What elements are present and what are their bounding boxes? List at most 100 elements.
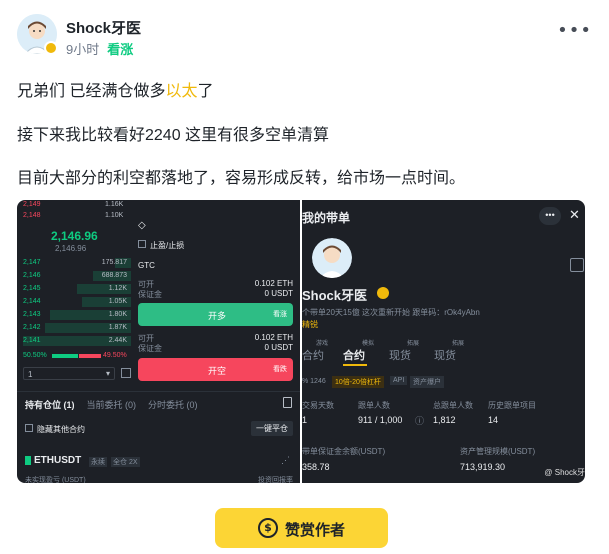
roe-label: 投资回报率	[258, 477, 293, 483]
ask-price: 2,149	[23, 201, 41, 208]
bid-qty: 1.87K	[108, 324, 127, 331]
edit-icon[interactable]	[570, 258, 584, 272]
tab-futures-2[interactable]: 合约	[343, 347, 365, 363]
stat-value: 1	[302, 415, 308, 425]
leverage-tag: 全仓 2X	[111, 457, 140, 467]
trading-screenshot: 2,149 1.16K 2,148 1.10K 2,146.96 2,146.9…	[17, 200, 300, 483]
post-header: Shock牙医 9小时 看涨 •••	[17, 14, 592, 62]
aum-label: 资产管理规模(USDT)	[460, 447, 536, 456]
history-icon[interactable]	[283, 397, 292, 408]
tab-open-orders[interactable]: 当前委托 (0)	[87, 400, 137, 410]
open-long-tag: 看涨	[273, 311, 287, 318]
stat-label: 跟单人数	[358, 401, 390, 410]
bid-qty: 175.817	[101, 259, 127, 266]
perpetual-tag: 永续	[89, 457, 107, 467]
layout-icon[interactable]	[121, 368, 131, 378]
bid-price: 2,143	[23, 311, 41, 318]
hide-other-checkbox[interactable]	[25, 424, 33, 432]
stat-tag: % 1246	[302, 378, 326, 385]
tab-tag: 拓展	[452, 341, 465, 347]
tab-twap-orders[interactable]: 分时委托 (0)	[148, 400, 198, 410]
position-symbol[interactable]: ETHUSDT	[34, 455, 81, 466]
bid-row: 2,144 1.05K	[23, 297, 131, 307]
ask-price: 2,148	[23, 212, 41, 219]
more-options-icon[interactable]: •••	[557, 22, 592, 40]
tip-author-button[interactable]: $ 赞赏作者	[215, 508, 388, 548]
buy-ratio: 50.50%	[23, 352, 47, 359]
leverage-tag: 10倍-20倍杠杆	[332, 376, 384, 388]
tab-positions[interactable]: 持有仓位 (1)	[25, 400, 75, 410]
aum-value: 713,919.30	[460, 462, 506, 472]
open-long-label: 开多	[208, 311, 227, 321]
eth-link[interactable]: 以太	[165, 83, 197, 100]
ratio-bar-buy	[52, 354, 78, 358]
chevron-down-icon: ▾	[105, 369, 110, 378]
stat-value: 911 / 1,000	[358, 415, 403, 425]
pnl-label: 未实现盈亏 (USDT)	[25, 477, 86, 483]
asset-tag: 资产爆户	[410, 376, 444, 388]
positions-tabs: 持有仓位 (1) 当前委托 (0) 分时委托 (0)	[25, 398, 210, 411]
bid-row: 2,145 1.12K	[23, 284, 131, 294]
margin-label: 保证金	[138, 290, 162, 299]
copy-trade-title: 我的带单	[302, 211, 351, 225]
trader-avatar[interactable]	[312, 238, 352, 278]
open-long-button[interactable]: 开多 看涨	[138, 303, 293, 326]
ask-qty: 1.16K	[105, 201, 124, 208]
trader-level: 精锐	[302, 320, 318, 329]
watermark: @ Shock牙	[544, 468, 585, 477]
bid-row: 2,141 2.44K	[23, 336, 131, 346]
bid-price: 2,142	[23, 324, 41, 331]
post-meta: 9小时 看涨	[66, 39, 133, 58]
tif-select[interactable]: GTC	[138, 261, 155, 270]
open-short-button[interactable]: 开空 看跌	[138, 358, 293, 381]
margin-value: 0 USDT	[264, 289, 293, 298]
bid-qty: 2.44K	[108, 337, 127, 344]
sell-ratio: 49.50%	[103, 352, 127, 359]
post-text-line-2: 接下来我比较看好2240 这里有很多空单清算	[17, 127, 330, 144]
slider-handle-icon[interactable]: ◇	[138, 220, 146, 231]
line1-text: 兄弟们 已经满仓做多	[17, 83, 166, 100]
stat-value: 1,812	[433, 415, 456, 425]
depth-select[interactable]: 1 ▾	[23, 367, 115, 380]
share-icon[interactable]: ⋰	[281, 455, 290, 466]
open-short-tag: 看跌	[273, 366, 287, 373]
api-tag: API	[390, 376, 408, 385]
info-icon[interactable]: ⓘ	[415, 414, 424, 427]
coin-icon: $	[258, 518, 278, 538]
bid-price: 2,146	[23, 272, 41, 279]
tab-tag: 游戏	[316, 341, 329, 347]
post-image[interactable]: 2,149 1.16K 2,148 1.10K 2,146.96 2,146.9…	[17, 200, 585, 483]
bid-price: 2,141	[23, 337, 41, 344]
bid-qty: 688.873	[101, 272, 127, 279]
author-name[interactable]: Shock牙医	[66, 17, 141, 38]
trader-desc: 个带单20天15億 这次重新开始 跟单码：rOk4yAbn	[302, 308, 480, 317]
margin-label-2: 保证金	[138, 344, 162, 353]
post-text-line-1: 兄弟们 已经满仓做多以太了	[17, 77, 213, 101]
rank-badge-icon	[377, 287, 389, 299]
bid-row: 2,142 1.87K	[23, 323, 131, 333]
bid-qty: 1.05K	[108, 298, 127, 305]
margin-balance-label: 带单保证金余额(USDT)	[302, 447, 386, 456]
bid-price: 2,147	[23, 259, 41, 266]
last-price: 2,146.96	[51, 229, 98, 243]
bid-qty: 1.12K	[108, 285, 127, 292]
tip-author-label: 赞赏作者	[285, 522, 346, 539]
margin-value-2: 0 USDT	[264, 343, 293, 352]
bid-price: 2,145	[23, 285, 41, 292]
tab-futures-1[interactable]: 合约	[302, 347, 324, 363]
margin-balance-value: 358.78	[302, 462, 330, 472]
mark-price: 2,146.96	[55, 244, 87, 253]
available-value: 0.102 ETH	[254, 279, 293, 288]
tab-tag: 拓展	[407, 341, 420, 347]
close-all-button[interactable]: 一键平仓	[251, 421, 293, 436]
stat-label: 历史跟单项目	[488, 401, 536, 410]
verified-badge-icon	[44, 41, 58, 55]
more-options-icon[interactable]: •••	[539, 207, 561, 225]
stop-checkbox[interactable]	[138, 240, 146, 248]
close-icon[interactable]: ✕	[569, 207, 580, 223]
stat-label: 总跟单人数	[433, 401, 473, 410]
post-text-line-3: 目前大部分的利空都落地了，容易形成反转，给市场一点时间。	[17, 170, 466, 187]
tab-spot-1[interactable]: 现货	[389, 347, 411, 363]
bid-row: 2,147 175.817	[23, 258, 131, 268]
tab-spot-2[interactable]: 现货	[434, 347, 456, 363]
